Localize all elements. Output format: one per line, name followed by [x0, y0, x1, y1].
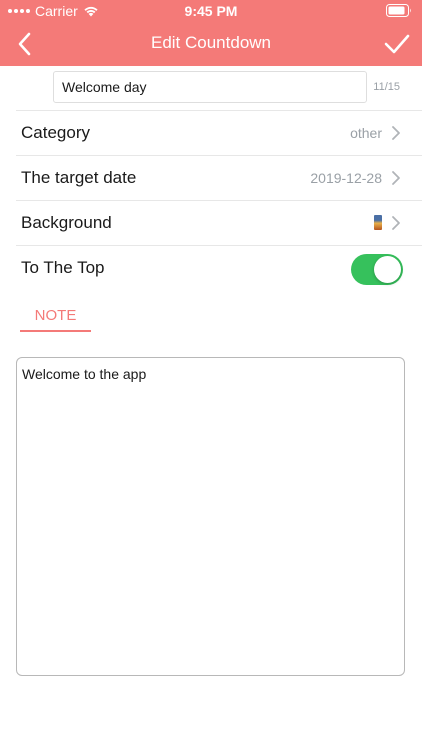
- target-date-value: 2019-12-28: [310, 170, 382, 186]
- chevron-right-icon: [392, 216, 400, 230]
- tab-note[interactable]: NOTE: [20, 302, 91, 332]
- page-title: Edit Countdown: [150, 33, 272, 52]
- category-value: other: [350, 125, 382, 141]
- chevron-right-icon: [392, 171, 400, 185]
- background-thumbnail-icon: [374, 215, 382, 230]
- category-row[interactable]: Category other: [0, 111, 422, 155]
- countdown-name-input[interactable]: [53, 71, 367, 103]
- to-the-top-row: To The Top: [0, 246, 422, 290]
- navigation-bar: Edit Countdown: [0, 22, 422, 66]
- checkmark-icon: [384, 34, 410, 54]
- target-date-row[interactable]: The target date 2019-12-28: [0, 156, 422, 200]
- countdown-name-row: 11/15: [0, 66, 422, 110]
- status-right: [386, 4, 412, 20]
- status-time: 9:45 PM: [184, 3, 238, 19]
- note-textarea[interactable]: Welcome to the app: [16, 357, 405, 676]
- chevron-right-icon: [392, 126, 400, 140]
- background-label: Background: [21, 213, 112, 232]
- save-button[interactable]: [382, 30, 412, 58]
- to-the-top-label: To The Top: [21, 258, 105, 277]
- target-date-label: The target date: [21, 168, 137, 187]
- to-the-top-toggle[interactable]: [351, 254, 403, 285]
- status-bar: Carrier 9:45 PM: [0, 0, 422, 22]
- category-label: Category: [21, 123, 90, 142]
- app-header: Carrier 9:45 PM Edit Countdown: [0, 0, 422, 66]
- battery-icon: [386, 4, 411, 17]
- toggle-knob: [374, 256, 401, 283]
- background-row[interactable]: Background: [0, 201, 422, 245]
- character-counter: 11/15: [373, 81, 400, 93]
